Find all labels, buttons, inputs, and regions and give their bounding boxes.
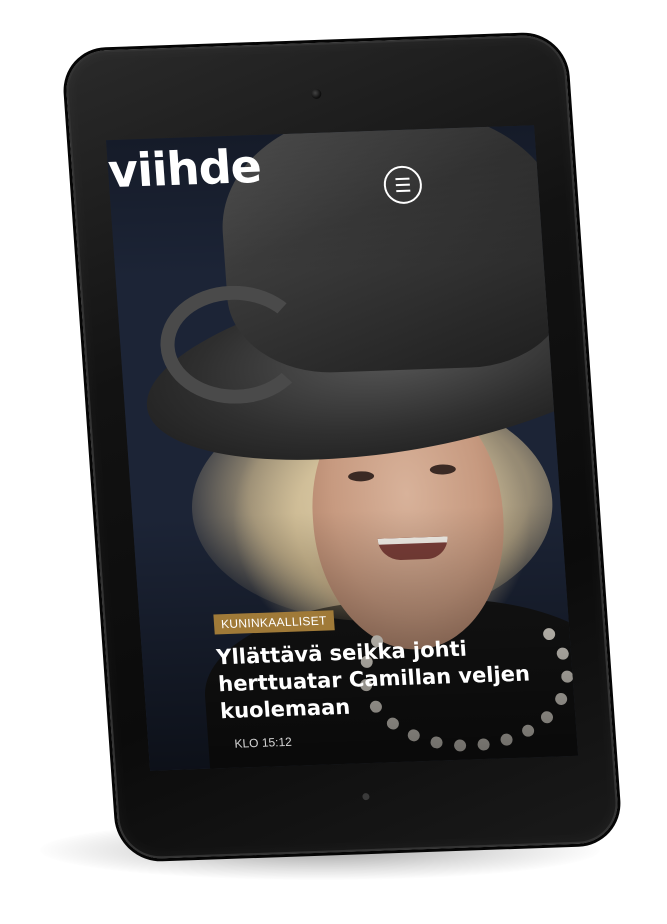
article-teaser[interactable]: KUNINKAALLISET Yllättävä seikka johti he…: [213, 603, 553, 751]
tablet-device: viihde KUNINKAALLISET Yllättävä seikka j…: [63, 34, 621, 860]
article-headline[interactable]: Yllättävä seikka johti herttuatar Camill…: [215, 633, 551, 725]
stage: viihde KUNINKAALLISET Yllättävä seikka j…: [0, 0, 667, 924]
category-badge[interactable]: KUNINKAALLISET: [213, 610, 335, 635]
site-logo[interactable]: viihde: [106, 139, 262, 198]
menu-line: [395, 183, 410, 187]
menu-line: [395, 177, 410, 181]
tablet-screen: viihde KUNINKAALLISET Yllättävä seikka j…: [106, 125, 579, 771]
menu-line: [396, 189, 411, 193]
